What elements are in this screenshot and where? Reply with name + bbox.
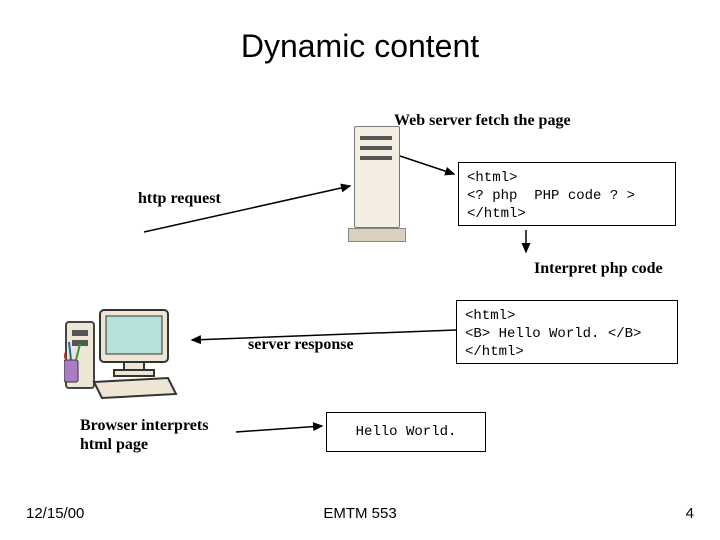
arrow-server-response (184, 320, 464, 350)
arrow-http-request (140, 180, 360, 240)
arrow-browser-to-rendered (232, 416, 332, 440)
code-box-rendered: Hello World. (326, 412, 486, 452)
label-browser-interprets-line2: html page (80, 435, 208, 454)
footer-page-number: 4 (686, 505, 694, 522)
code-box-php: <html> <? php PHP code ? > </html> (458, 162, 676, 226)
code-box-html: <html> <B> Hello World. </B> </html> (456, 300, 678, 364)
label-interpret: Interpret php code (534, 260, 663, 278)
client-computer-icon (64, 304, 184, 400)
slide-title: Dynamic content (0, 28, 720, 65)
arrow-server-to-php (398, 150, 464, 180)
arrow-interpret (516, 228, 536, 258)
label-browser-interprets-line1: Browser interprets (80, 416, 208, 435)
server-icon (354, 126, 398, 244)
label-fetch: Web server fetch the page (394, 112, 571, 130)
footer-course: EMTM 553 (0, 505, 720, 522)
label-browser-interprets: Browser interprets html page (80, 416, 208, 454)
